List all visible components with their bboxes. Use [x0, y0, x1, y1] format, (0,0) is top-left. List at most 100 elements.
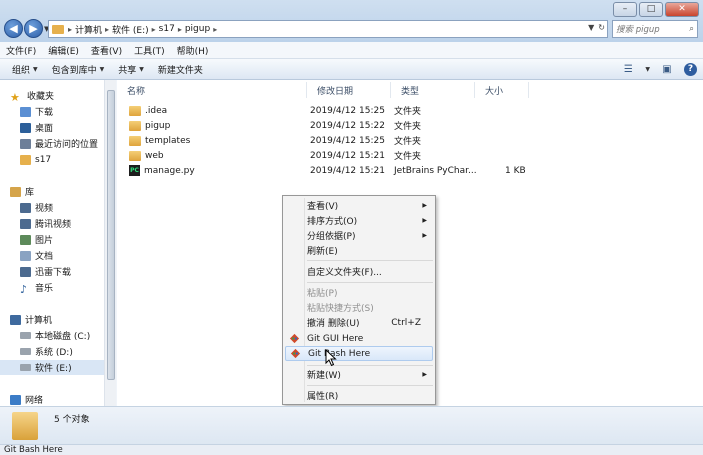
table-row[interactable]: PC manage.py 2019/4/12 15:21 JetBrains Py…	[117, 163, 537, 178]
menu-separator	[307, 282, 433, 283]
organize-button[interactable]: 组织 ▼	[5, 63, 45, 76]
toolbar-right: ☰ ▼ ▣ ?	[621, 62, 697, 76]
file-name-cell: .idea	[129, 103, 167, 118]
column-header-type[interactable]: 类型	[391, 82, 475, 98]
file-name: web	[145, 150, 164, 161]
help-icon[interactable]: ?	[684, 62, 697, 76]
sidebar-item-label: 系统 (D:)	[35, 348, 73, 358]
sidebar-item-thunder-downloads[interactable]: 迅雷下载	[0, 264, 71, 279]
sidebar-item-music[interactable]: ♪ 音乐	[0, 280, 53, 296]
menu-item-view[interactable]: 查看(V) ▶	[285, 198, 433, 213]
menu-edit[interactable]: 编辑(E)	[42, 44, 85, 57]
preview-pane-icon[interactable]: ▣	[660, 62, 674, 76]
refresh-icon[interactable]: ↻	[598, 23, 605, 32]
video-library-icon	[20, 202, 31, 213]
chevron-down-icon[interactable]: ▼	[645, 66, 650, 73]
sidebar-item-tencent-video[interactable]: 腾讯视频	[0, 216, 71, 231]
file-name-cell: PC manage.py	[129, 163, 195, 178]
menu-item-sort-by[interactable]: 排序方式(O) ▶	[285, 213, 433, 228]
git-bash-icon	[290, 348, 301, 359]
file-type: 文件夹	[394, 152, 422, 162]
sidebar-item-label: 库	[25, 188, 35, 198]
menu-item-paste-shortcut: 粘贴快捷方式(S)	[285, 300, 433, 315]
menu-item-group-by[interactable]: 分组依据(P) ▶	[285, 228, 433, 243]
menu-file[interactable]: 文件(F)	[0, 44, 42, 57]
table-row[interactable]: pigup 2019/4/12 15:22 文件夹	[117, 118, 537, 133]
menu-item-git-bash-here[interactable]: Git Bash Here	[285, 346, 433, 361]
sidebar-scrollbar[interactable]	[104, 80, 116, 406]
address-bar[interactable]: ▸ 计算机 ▸ 软件 (E:) ▸ s17 ▸ pigup ▸ ▼ ↻	[48, 20, 608, 38]
menu-item-label: 撤消 删除(U)	[307, 319, 360, 329]
navigation-buttons: ◀ ▶ ▼	[4, 19, 52, 38]
sidebar-item-favorites[interactable]: ★ 收藏夹	[0, 88, 54, 104]
search-box[interactable]: 搜索 pigup ⌕	[612, 20, 698, 38]
desktop-icon	[20, 122, 31, 133]
share-button[interactable]: 共享 ▼	[111, 63, 151, 76]
command-bar: 组织 ▼ 包含到库中 ▼ 共享 ▼ 新建文件夹 ☰ ▼ ▣ ?	[0, 59, 703, 80]
folder-icon	[52, 24, 64, 34]
sidebar-item-libraries[interactable]: 库	[0, 184, 34, 199]
sidebar-item-drive-c[interactable]: 本地磁盘 (C:)	[0, 328, 90, 343]
menu-item-properties[interactable]: 属性(R)	[285, 388, 433, 403]
table-row[interactable]: templates 2019/4/12 15:25 文件夹	[117, 133, 537, 148]
sidebar-item-documents[interactable]: 文档	[0, 248, 53, 263]
menu-item-label: 排序方式(O)	[307, 217, 358, 227]
menu-view[interactable]: 查看(V)	[85, 44, 128, 57]
include-in-library-button[interactable]: 包含到库中 ▼	[45, 63, 112, 76]
column-header-name[interactable]: 名称	[117, 82, 307, 98]
folder-icon	[129, 120, 141, 131]
menu-item-label: 自定义文件夹(F)...	[307, 268, 382, 278]
breadcrumb-s17[interactable]: s17	[159, 24, 175, 34]
menu-item-git-gui-here[interactable]: Git GUI Here	[285, 331, 433, 346]
table-row[interactable]: .idea 2019/4/12 15:25 文件夹	[117, 103, 537, 118]
sidebar-item-videos[interactable]: 视频	[0, 200, 53, 215]
breadcrumb-pigup[interactable]: pigup	[185, 24, 210, 34]
column-header-modified[interactable]: 修改日期	[307, 82, 391, 98]
sidebar-item-label: 视频	[35, 204, 54, 214]
folder-icon	[129, 135, 141, 146]
submenu-arrow-icon: ▶	[422, 232, 427, 239]
sidebar-item-desktop[interactable]: 桌面	[0, 120, 53, 135]
menu-item-label: Git Bash Here	[308, 348, 371, 359]
folder-icon	[12, 412, 38, 440]
close-button[interactable]: ✕	[665, 2, 699, 17]
breadcrumb-computer[interactable]: 计算机	[75, 23, 102, 36]
details-pane: 5 个对象	[0, 406, 703, 444]
menu-item-refresh[interactable]: 刷新(E)	[285, 243, 433, 258]
sidebar-item-network[interactable]: 网络	[0, 392, 43, 407]
menu-item-paste: 粘贴(P)	[285, 285, 433, 300]
documents-library-icon	[20, 250, 31, 261]
sidebar-item-pictures[interactable]: 图片	[0, 232, 53, 247]
sidebar-item-drive-d[interactable]: 系统 (D:)	[0, 344, 73, 359]
sidebar-item-drive-e[interactable]: 软件 (E:)	[0, 360, 104, 375]
scrollbar-thumb[interactable]	[107, 90, 115, 380]
back-button[interactable]: ◀	[4, 19, 23, 38]
minimize-button[interactable]: –	[613, 2, 637, 17]
forward-button[interactable]: ▶	[24, 19, 43, 38]
view-options-icon[interactable]: ☰	[621, 62, 635, 76]
mouse-pointer-icon	[325, 349, 337, 367]
maximize-button[interactable]: □	[639, 2, 663, 17]
title-bar: – □ ✕ ◀ ▶ ▼ ▸ 计算机 ▸ 软件 (E:) ▸ s17 ▸ pigu…	[0, 0, 703, 42]
search-icon[interactable]: ⌕	[689, 24, 694, 34]
file-size: 1 KB	[505, 165, 526, 176]
sidebar-item-recent-places[interactable]: 最近访问的位置	[0, 136, 98, 151]
hard-drive-icon	[20, 332, 31, 339]
sidebar-item-computer[interactable]: 计算机	[0, 312, 52, 327]
menu-tools[interactable]: 工具(T)	[128, 44, 171, 57]
sidebar-item-s17[interactable]: s17	[0, 152, 51, 167]
navigation-pane: ★ 收藏夹 下载 桌面 最近访问的位置 s17 库 视频 腾讯视频 图片 文档 …	[0, 80, 116, 406]
menu-help[interactable]: 帮助(H)	[171, 44, 215, 57]
address-dropdown-icon[interactable]: ▼	[588, 23, 594, 32]
column-header-size[interactable]: 大小	[475, 82, 529, 98]
menu-item-new[interactable]: 新建(W) ▶	[285, 367, 433, 382]
search-input[interactable]: 搜索 pigup	[616, 23, 660, 35]
menu-item-customize-folder[interactable]: 自定义文件夹(F)...	[285, 264, 433, 279]
sidebar-item-downloads[interactable]: 下载	[0, 104, 53, 119]
table-row[interactable]: web 2019/4/12 15:21 文件夹	[117, 148, 537, 163]
file-type: 文件夹	[394, 122, 422, 132]
menu-item-undo-delete[interactable]: 撤消 删除(U) Ctrl+Z	[285, 315, 433, 330]
window-controls: – □ ✕	[613, 2, 699, 17]
new-folder-button[interactable]: 新建文件夹	[151, 63, 210, 76]
breadcrumb-drive-e[interactable]: 软件 (E:)	[112, 23, 149, 36]
